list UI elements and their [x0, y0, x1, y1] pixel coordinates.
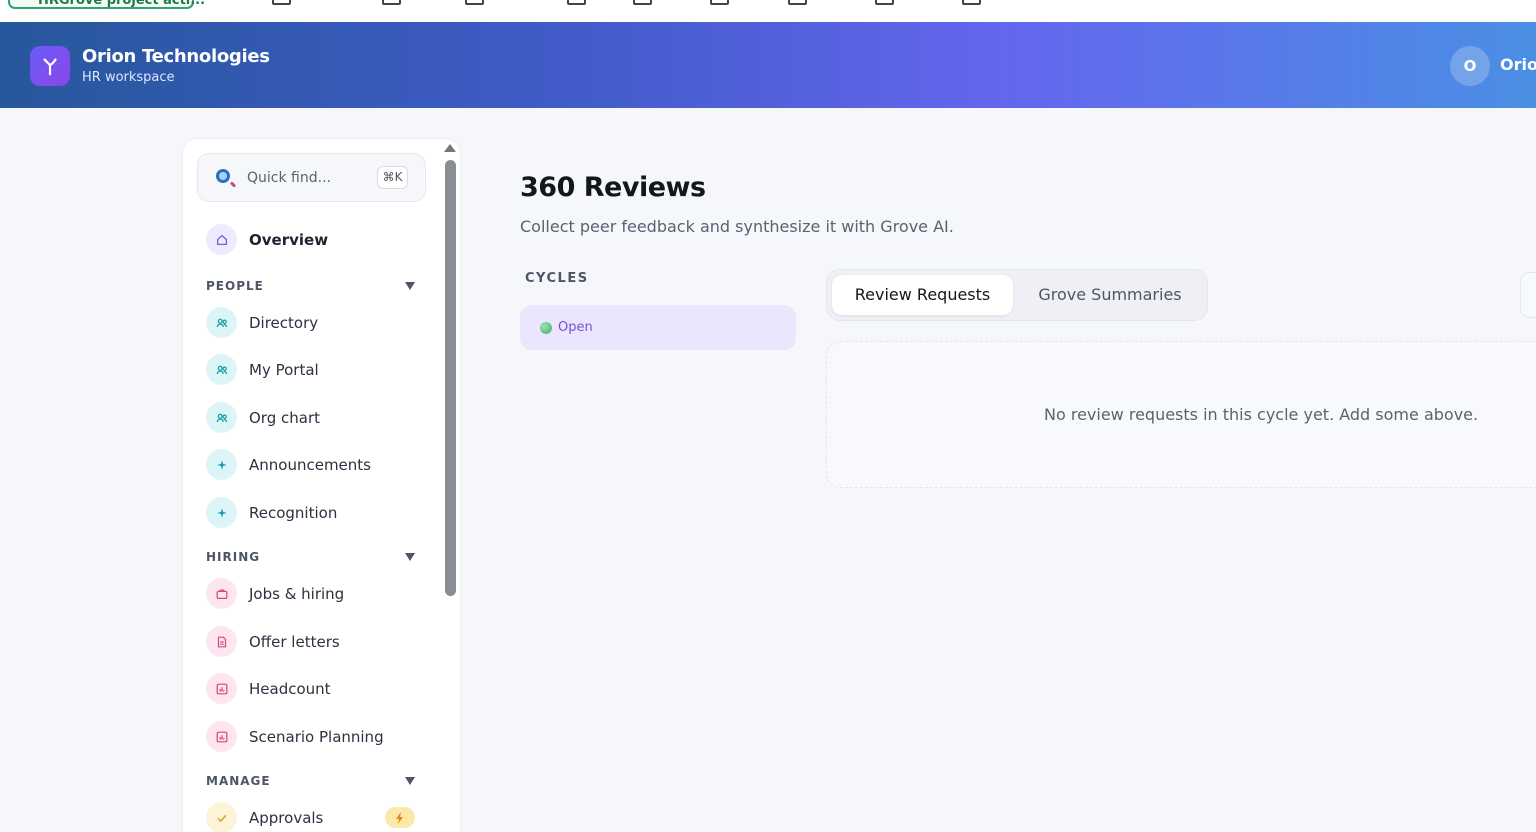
sidebar-item-headcount[interactable]: Headcount — [206, 673, 436, 705]
cycles-heading: CYCLES — [525, 271, 589, 286]
company-logo[interactable] — [30, 46, 70, 86]
apps-grid-icon[interactable] — [212, 0, 232, 6]
bookmark-active-tab[interactable]: HRGrove project acti... — [8, 0, 205, 9]
page-subtitle: Collect peer feedback and synthesize it … — [520, 217, 954, 236]
empty-state-message: No review requests in this cycle yet. Ad… — [1044, 405, 1479, 424]
cycle-item[interactable]: Open — [520, 305, 796, 350]
approvals-alert-badge — [385, 807, 415, 828]
search-placeholder: Quick find... — [247, 170, 331, 186]
quick-find-input[interactable]: Quick find... ⌘K — [197, 153, 426, 202]
sidebar-item-label: Directory — [249, 314, 319, 332]
sidebar-item-label: Announcements — [249, 456, 371, 474]
search-icon — [216, 169, 230, 183]
company-name: Orion Technologies — [82, 46, 270, 67]
home-icon — [206, 224, 237, 255]
chevron-down-icon[interactable] — [405, 777, 415, 785]
tree-icon — [43, 58, 57, 76]
folder-icon — [382, 0, 401, 5]
chevron-down-icon[interactable] — [405, 553, 415, 561]
checkmark-icon — [206, 802, 237, 832]
chevron-down-icon[interactable] — [405, 282, 415, 290]
people-icon — [206, 354, 237, 385]
scroll-up-arrow-icon[interactable] — [444, 144, 456, 152]
sidebar-item-jobs-hiring[interactable]: Jobs & hiring — [206, 578, 436, 610]
folder-icon — [875, 0, 894, 5]
sidebar-item-announcements[interactable]: Announcements — [206, 449, 436, 481]
people-icon — [206, 402, 237, 433]
bookmarks-bar: HRGrove project acti... — [0, 0, 1536, 22]
page-title: 360 Reviews — [520, 172, 706, 203]
folder-icon — [567, 0, 586, 5]
sidebar-item-recognition[interactable]: Recognition — [206, 497, 436, 529]
folder-icon — [788, 0, 807, 5]
sidebar-item-offer-letters[interactable]: Offer letters — [206, 626, 436, 658]
sidebar-scrollbar[interactable] — [445, 160, 456, 596]
section-label-people: PEOPLE — [206, 279, 264, 293]
cycle-status: Open — [558, 320, 593, 335]
action-button[interactable] — [1520, 272, 1536, 318]
status-dot-icon — [540, 322, 552, 334]
workspace-label: HR workspace — [82, 70, 175, 85]
section-label-manage: MANAGE — [206, 774, 271, 788]
user-avatar[interactable]: O — [1450, 46, 1490, 86]
folder-icon — [962, 0, 981, 5]
sidebar-item-org-chart[interactable]: Org chart — [206, 402, 436, 434]
app-header: Orion Technologies HR workspace O Orion — [0, 22, 1536, 108]
briefcase-icon — [206, 578, 237, 609]
folder-icon — [633, 0, 652, 5]
bookmark-active-label: HRGrove project acti... — [38, 0, 206, 8]
sidebar-item-scenario-planning[interactable]: Scenario Planning — [206, 721, 436, 753]
sparkle-icon — [206, 449, 237, 480]
sidebar-item-directory[interactable]: Directory — [206, 307, 436, 339]
sidebar-item-overview[interactable]: Overview — [206, 224, 436, 256]
sidebar-item-label: Offer letters — [249, 633, 340, 651]
bar-chart-icon — [206, 673, 237, 704]
folder-icon — [465, 0, 484, 5]
folder-icon — [272, 0, 291, 5]
sidebar-item-label: Org chart — [249, 409, 320, 427]
bar-chart-icon — [206, 721, 237, 752]
folder-icon — [710, 0, 729, 5]
section-label-hiring: HIRING — [206, 550, 261, 564]
sidebar-item-label: Scenario Planning — [249, 728, 384, 746]
tab-bar: Review Requests Grove Summaries — [826, 269, 1208, 321]
sparkle-icon — [206, 497, 237, 528]
user-name[interactable]: Orion — [1500, 55, 1536, 74]
sidebar-item-label: Jobs & hiring — [249, 585, 345, 603]
tab-grove-summaries[interactable]: Grove Summaries — [1017, 275, 1203, 315]
document-icon — [206, 626, 237, 657]
tab-review-requests[interactable]: Review Requests — [832, 275, 1013, 315]
sidebar-item-label: Headcount — [249, 680, 331, 698]
sidebar-item-label: Recognition — [249, 504, 338, 522]
lightning-icon — [396, 811, 403, 824]
sidebar-item-label: Approvals — [249, 809, 324, 827]
sidebar-item-label: My Portal — [249, 361, 319, 379]
people-icon — [206, 307, 237, 338]
sidebar-item-my-portal[interactable]: My Portal — [206, 354, 436, 386]
keyboard-shortcut-badge: ⌘K — [377, 166, 408, 189]
sidebar-item-label: Overview — [249, 231, 329, 249]
